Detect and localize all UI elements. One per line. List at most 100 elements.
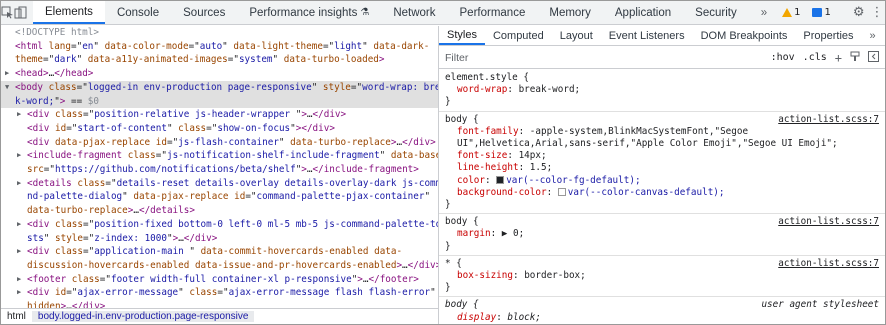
- style-declaration[interactable]: background-color: var(--color-canvas-def…: [445, 187, 879, 199]
- dom-node-line[interactable]: ▶ <div id="ajax-error-message" class="aja…: [1, 286, 438, 300]
- dom-node-line[interactable]: <!DOCTYPE html>: [1, 26, 438, 40]
- collapse-arrow-icon[interactable]: ▼: [5, 81, 9, 95]
- gear-icon[interactable]: ⚙: [853, 5, 865, 20]
- property-value[interactable]: ▶ 0;: [502, 228, 524, 239]
- inspect-element-icon[interactable]: [1, 1, 14, 24]
- expand-arrow-icon[interactable]: ▶: [17, 286, 21, 300]
- dom-node-line[interactable]: data-turbo-replace>…</details>: [1, 204, 438, 218]
- new-rule-button[interactable]: +: [835, 51, 842, 65]
- dom-node-markup: <div class="position-fixed bottom-0 left…: [27, 218, 438, 230]
- rule-source-link[interactable]: action-list.scss:7: [778, 216, 879, 228]
- style-declaration[interactable]: word-wrap: break-word;: [445, 84, 879, 96]
- property-value[interactable]: 1.5;: [530, 162, 552, 173]
- dom-node-line[interactable]: ▶ <div class="position-fixed bottom-0 lef…: [1, 218, 438, 232]
- tab-event-listeners[interactable]: Event Listeners: [601, 26, 693, 45]
- messages-badge[interactable]: 1: [809, 6, 833, 19]
- hover-state-toggle[interactable]: :hov: [771, 52, 795, 63]
- dom-node-line[interactable]: ▶ <include-fragment class="js-notificatio…: [1, 149, 438, 163]
- style-declaration[interactable]: display: block;: [445, 312, 879, 324]
- rule-selector[interactable]: body {: [445, 114, 479, 126]
- toggle-sidebar-icon[interactable]: [868, 50, 879, 65]
- style-declaration[interactable]: margin: ▶ 0;: [445, 228, 879, 240]
- tab-layout[interactable]: Layout: [552, 26, 601, 45]
- dom-node-line[interactable]: <div data-pjax-replace id="js-flash-cont…: [1, 136, 438, 150]
- property-value[interactable]: 14px;: [519, 150, 547, 161]
- rule-selector[interactable]: * {: [445, 258, 462, 270]
- dom-node-line[interactable]: ▶ <div class="position-relative js-header…: [1, 108, 438, 122]
- tab-styles[interactable]: Styles: [439, 26, 485, 45]
- style-declaration[interactable]: line-height: 1.5;: [445, 162, 879, 174]
- rule-selector[interactable]: body {: [445, 299, 479, 311]
- styles-filter-input[interactable]: [445, 51, 725, 64]
- more-styles-tabs-button[interactable]: »: [862, 26, 884, 45]
- expand-arrow-icon[interactable]: ▶: [5, 67, 9, 81]
- tab-application[interactable]: Application: [603, 1, 683, 24]
- paint-brush-icon[interactable]: [850, 51, 860, 65]
- expand-arrow-icon[interactable]: ▶: [17, 108, 21, 122]
- property-name[interactable]: color: [457, 175, 485, 186]
- property-value[interactable]: var(--color-canvas-default);: [568, 187, 725, 198]
- tab-performance[interactable]: Performance: [448, 1, 538, 24]
- expand-arrow-icon[interactable]: ▶: [17, 218, 21, 232]
- property-name[interactable]: word-wrap: [457, 84, 507, 95]
- property-name[interactable]: font-size: [457, 150, 507, 161]
- dom-node-line[interactable]: sts" style="z-index: 1000">…</div>: [1, 232, 438, 246]
- color-swatch-icon[interactable]: [496, 175, 505, 184]
- rule-source-link[interactable]: action-list.scss:7: [778, 114, 879, 126]
- property-name[interactable]: line-height: [457, 162, 519, 173]
- dom-node-line[interactable]: <div id="start-of-content" class="show-o…: [1, 122, 438, 136]
- tab-sources[interactable]: Sources: [171, 1, 237, 24]
- property-value[interactable]: border-box;: [524, 270, 586, 281]
- dom-node-line[interactable]: <html lang="en" data-color-mode="auto" d…: [1, 40, 438, 54]
- tab-network[interactable]: Network: [381, 1, 447, 24]
- tab-security[interactable]: Security: [683, 1, 749, 24]
- expand-arrow-icon[interactable]: ▶: [17, 149, 21, 163]
- breadcrumb-html[interactable]: html: [1, 311, 32, 322]
- property-name[interactable]: box-sizing: [457, 270, 513, 281]
- property-name[interactable]: background-color: [457, 187, 547, 198]
- device-toolbar-icon[interactable]: [14, 1, 27, 24]
- expand-arrow-icon[interactable]: ▶: [17, 177, 21, 191]
- dom-node-line[interactable]: ▶ <footer class="footer width-full contai…: [1, 273, 438, 287]
- style-rule: body { action-list.scss:7 font-family: -ap…: [439, 112, 885, 215]
- warnings-badge[interactable]: 1: [779, 6, 803, 19]
- style-declaration[interactable]: font-family: -apple-system,BlinkMacSyste…: [445, 126, 879, 150]
- dom-node-line[interactable]: ▶ <head>…</head>: [1, 67, 438, 81]
- breadcrumb-body[interactable]: body.logged-in.env-production.page-respo…: [31, 311, 255, 322]
- property-name[interactable]: font-family: [457, 126, 519, 137]
- expand-arrow-icon[interactable]: ▶: [17, 273, 21, 287]
- expand-arrow-icon[interactable]: ▶: [17, 245, 21, 259]
- tab-computed[interactable]: Computed: [485, 26, 552, 45]
- dom-node-line[interactable]: k-word;"> == $0: [1, 94, 438, 109]
- rule-selector[interactable]: element.style {: [445, 72, 529, 84]
- property-name[interactable]: display: [457, 312, 496, 323]
- style-declaration[interactable]: box-sizing: border-box;: [445, 270, 879, 282]
- tab-performance-insights[interactable]: Performance insights ⚗: [237, 1, 381, 24]
- more-tabs-button[interactable]: »: [749, 1, 779, 24]
- property-name[interactable]: margin: [457, 228, 491, 239]
- dom-node-line[interactable]: ▶ <div class="application-main " data-com…: [1, 245, 438, 259]
- tab-memory[interactable]: Memory: [537, 1, 603, 24]
- tab-properties[interactable]: Properties: [795, 26, 861, 45]
- dom-node-line[interactable]: ▶ <details class="details-reset details-o…: [1, 177, 438, 191]
- tab-console[interactable]: Console: [105, 1, 171, 24]
- dom-node-line[interactable]: discussion-hovercards-enabled data-issue…: [1, 259, 438, 273]
- style-declaration[interactable]: font-size: 14px;: [445, 150, 879, 162]
- style-declaration[interactable]: color: var(--color-fg-default);: [445, 175, 879, 187]
- rule-selector[interactable]: body {: [445, 216, 479, 228]
- tab-dom-breakpoints[interactable]: DOM Breakpoints: [693, 26, 796, 45]
- dom-node-line[interactable]: ▼ <body class="logged-in env-production p…: [1, 80, 438, 95]
- color-swatch-icon[interactable]: [557, 187, 566, 196]
- kebab-menu-icon[interactable]: ⋮: [871, 5, 884, 20]
- dom-tree[interactable]: <!DOCTYPE html> <html lang="en" data-colo…: [1, 26, 438, 308]
- rule-source-link[interactable]: action-list.scss:7: [778, 258, 879, 270]
- tab-elements[interactable]: Elements: [33, 1, 105, 24]
- dom-node-line[interactable]: src="https://github.com/notifications/be…: [1, 163, 438, 177]
- dom-node-line[interactable]: nd-palette-dialog" data-pjax-replace id=…: [1, 190, 438, 204]
- property-value[interactable]: break-word;: [519, 84, 581, 95]
- dom-node-line[interactable]: theme="dark" data-a11y-animated-images="…: [1, 53, 438, 67]
- property-value[interactable]: var(--color-fg-default);: [506, 175, 640, 186]
- class-toggle[interactable]: .cls: [803, 52, 827, 63]
- dom-node-line[interactable]: hidden>…</div>: [1, 300, 438, 308]
- property-value[interactable]: block;: [507, 312, 541, 323]
